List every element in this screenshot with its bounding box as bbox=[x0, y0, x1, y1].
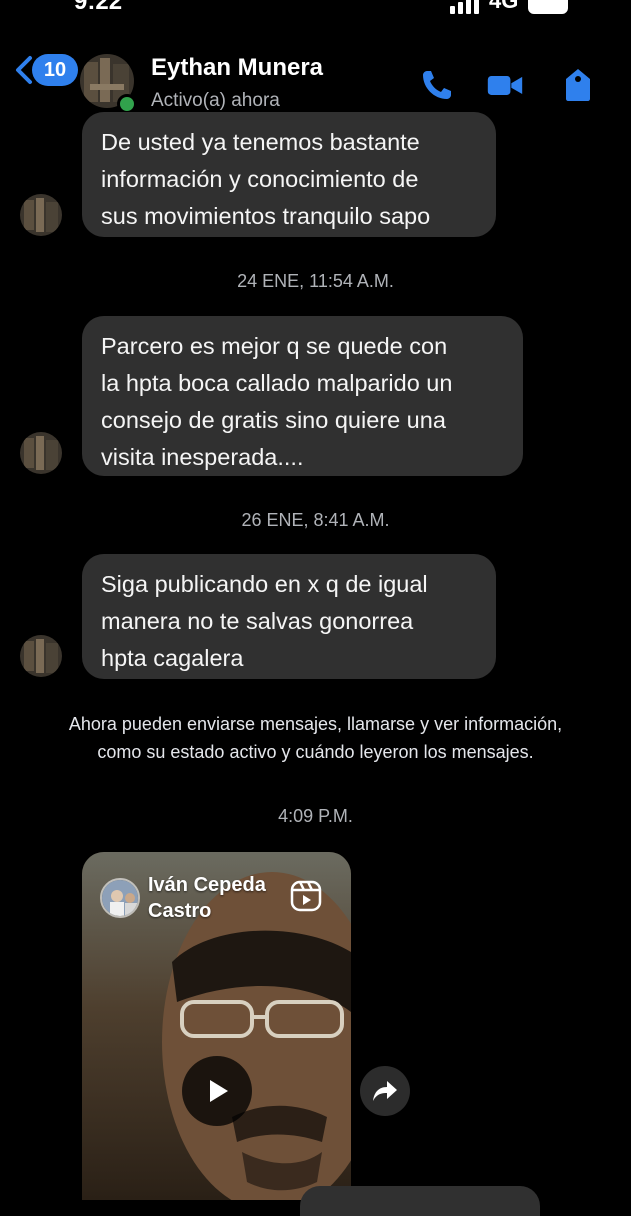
message-line: De usted ya tenemos bastante bbox=[101, 129, 420, 155]
message-timestamp: 24 ENE, 11:54 A.M. bbox=[237, 271, 394, 291]
shield-icon[interactable] bbox=[559, 66, 597, 104]
reel-author-name[interactable]: Iván Cepeda Castro bbox=[148, 872, 266, 924]
message-line: manera no te salvas gonorrea bbox=[101, 608, 414, 634]
message-line: Parcero es mejor q se quede con bbox=[101, 333, 448, 359]
message-line: información y conocimiento de bbox=[101, 166, 419, 192]
sender-avatar[interactable] bbox=[20, 432, 62, 474]
signal-icon bbox=[450, 0, 479, 14]
share-button[interactable] bbox=[360, 1066, 410, 1116]
chat-header: 10 Eythan Munera Activo(a) ahora bbox=[0, 14, 631, 114]
contact-status: Activo(a) ahora bbox=[151, 90, 280, 111]
phone-icon[interactable] bbox=[418, 66, 456, 104]
back-button[interactable]: 10 bbox=[12, 54, 78, 86]
reel-author-avatar[interactable] bbox=[100, 878, 140, 918]
message-line: Siga publicando en x q de igual bbox=[101, 571, 428, 597]
message-line: hpta cagalera bbox=[101, 645, 244, 671]
reel-author-line: Castro bbox=[148, 900, 212, 922]
message-bubble[interactable]: Parcero es mejor q se quede con la hpta … bbox=[82, 316, 523, 476]
message-timestamp: 4:09 P.M. bbox=[278, 806, 353, 826]
sender-avatar[interactable] bbox=[20, 635, 62, 677]
battery-icon bbox=[528, 0, 569, 14]
message-line: visita inesperada.... bbox=[101, 444, 304, 470]
play-icon bbox=[210, 1080, 228, 1102]
notice-line: Ahora pueden enviarse mensajes, llamarse… bbox=[68, 714, 563, 734]
sender-avatar[interactable] bbox=[20, 194, 62, 236]
message-bubble[interactable]: De usted ya tenemos bastante información… bbox=[82, 112, 496, 237]
status-time: 9:22 bbox=[74, 0, 123, 14]
network-type: 4G bbox=[489, 0, 519, 13]
next-message-bubble bbox=[300, 1186, 540, 1216]
video-icon[interactable] bbox=[486, 66, 524, 104]
play-button[interactable] bbox=[182, 1056, 252, 1126]
reels-icon bbox=[290, 880, 322, 912]
status-bar: 9:22 4G bbox=[0, 0, 631, 14]
message-line: la hpta boca callado malparido un bbox=[101, 370, 453, 396]
contact-name[interactable]: Eythan Munera bbox=[151, 54, 323, 82]
message-bubble[interactable]: Siga publicando en x q de igual manera n… bbox=[82, 554, 496, 679]
unread-count-badge: 10 bbox=[32, 54, 78, 86]
online-indicator bbox=[117, 94, 137, 114]
connection-notice: Ahora pueden enviarse mensajes, llamarse… bbox=[0, 710, 631, 766]
reel-author-line: Iván Cepeda bbox=[148, 874, 266, 896]
shared-reel-card[interactable]: Iván Cepeda Castro bbox=[82, 852, 351, 1200]
share-arrow-icon bbox=[373, 1081, 397, 1101]
notice-line: como su estado activo y cuándo leyeron l… bbox=[97, 742, 534, 762]
message-line: consejo de gratis sino quiere una bbox=[101, 407, 446, 433]
message-timestamp: 26 ENE, 8:41 A.M. bbox=[241, 510, 390, 530]
status-indicators: 4G bbox=[450, 0, 569, 14]
message-line: sus movimientos tranquilo sapo bbox=[101, 203, 431, 229]
